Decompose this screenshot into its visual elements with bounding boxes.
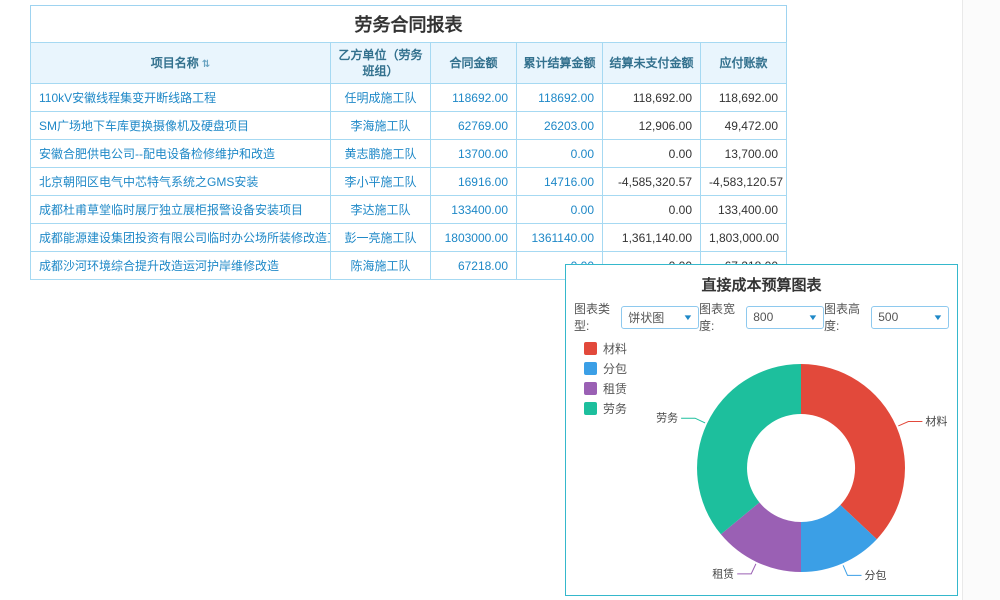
control-label: 图表高度:: [824, 300, 868, 334]
cell-contract-amount: 67218.00: [431, 252, 517, 280]
control-chart-type: 图表类型: 饼状图 ▼: [574, 300, 699, 334]
cell-party-b-unit: 黄志鹏施工队: [331, 140, 431, 168]
table-row: SM广场地下车库更换摄像机及硬盘项目李海施工队62769.0026203.001…: [31, 112, 787, 140]
donut-chart: 材料分包 租赁 劳务: [566, 340, 957, 592]
column-header-accounts-payable: 应付账款: [701, 43, 787, 84]
cell-settled-unpaid: 1,361,140.00: [603, 224, 701, 252]
cell-cumulative-settlement: 14716.00: [517, 168, 603, 196]
cell-accounts-payable: 118,692.00: [701, 84, 787, 112]
labor-contract-report: 劳务合同报表 项目名称⇅乙方单位（劳务班组）合同金额累计结算金额结算未支付金额应…: [30, 5, 787, 280]
cell-accounts-payable: 49,472.00: [701, 112, 787, 140]
slice-label-租赁: 租赁: [712, 566, 734, 580]
cell-party-b-unit: 彭一亮施工队: [331, 224, 431, 252]
chart-height-select[interactable]: 500 ▼: [871, 306, 949, 329]
cell-cumulative-settlement: 118692.00: [517, 84, 603, 112]
label-leader-line: [843, 565, 861, 575]
chart-panel: 直接成本预算图表 图表类型: 饼状图 ▼ 图表宽度: 800 ▼ 图表高度: 500 ▼ 材料分…: [565, 264, 958, 596]
project-name-link[interactable]: 安徽合肥供电公司--配电设备检修维护和改造: [31, 140, 331, 168]
project-name-link[interactable]: 成都杜甫草堂临时展厅独立展柜报警设备安装项目: [31, 196, 331, 224]
slice-label-分包: 分包: [865, 569, 887, 582]
table-body: 110kV安徽线程集变开断线路工程任明成施工队118692.00118692.0…: [31, 84, 787, 280]
select-value: 800: [753, 310, 773, 324]
column-header-project-name[interactable]: 项目名称⇅: [31, 43, 331, 84]
chart-area: 材料分包 租赁 劳务 材料分包 租赁 劳务: [566, 332, 957, 600]
project-name-link[interactable]: 110kV安徽线程集变开断线路工程: [31, 84, 331, 112]
label-leader-line: [898, 422, 922, 426]
project-name-link[interactable]: 北京朝阳区电气中芯特气系统之GMS安装: [31, 168, 331, 196]
cell-settled-unpaid: -4,585,320.57: [603, 168, 701, 196]
table-header-row: 项目名称⇅乙方单位（劳务班组）合同金额累计结算金额结算未支付金额应付账款: [31, 43, 787, 84]
cell-settled-unpaid: 0.00: [603, 140, 701, 168]
column-header-contract-amount: 合同金额: [431, 43, 517, 84]
select-value: 饼状图: [628, 309, 664, 326]
table-row: 110kV安徽线程集变开断线路工程任明成施工队118692.00118692.0…: [31, 84, 787, 112]
column-label: 合同金额: [449, 56, 497, 70]
cell-party-b-unit: 李达施工队: [331, 196, 431, 224]
column-label: 应付账款: [719, 56, 767, 70]
select-value: 500: [878, 310, 898, 324]
cell-settled-unpaid: 0.00: [603, 196, 701, 224]
report-title: 劳务合同报表: [30, 5, 787, 43]
cell-contract-amount: 62769.00: [431, 112, 517, 140]
cell-contract-amount: 16916.00: [431, 168, 517, 196]
sort-icon[interactable]: ⇅: [202, 59, 210, 70]
cell-party-b-unit: 任明成施工队: [331, 84, 431, 112]
cell-party-b-unit: 李海施工队: [331, 112, 431, 140]
cell-accounts-payable: 1,803,000.00: [701, 224, 787, 252]
cell-accounts-payable: 13,700.00: [701, 140, 787, 168]
cell-contract-amount: 118692.00: [431, 84, 517, 112]
cell-accounts-payable: 133,400.00: [701, 196, 787, 224]
cell-contract-amount: 1803000.00: [431, 224, 517, 252]
table-row: 成都能源建设集团投资有限公司临时办公场所装修改造工程EPC彭一亮施工队18030…: [31, 224, 787, 252]
column-label: 结算未支付金额: [609, 56, 693, 70]
page-gutter: [962, 0, 1000, 600]
column-label: 累计结算金额: [523, 56, 595, 70]
project-name-link[interactable]: 成都沙河环境综合提升改造运河护岸维修改造: [31, 252, 331, 280]
cell-party-b-unit: 李小平施工队: [331, 168, 431, 196]
control-label: 图表类型:: [574, 300, 618, 334]
column-label: 乙方单位（劳务班组）: [338, 48, 422, 78]
label-leader-line: [737, 564, 756, 574]
label-leader-line: [681, 418, 705, 423]
chart-width-select[interactable]: 800 ▼: [746, 306, 824, 329]
cell-contract-amount: 133400.00: [431, 196, 517, 224]
chevron-down-icon: ▼: [807, 313, 818, 322]
cell-accounts-payable: -4,583,120.57: [701, 168, 787, 196]
control-label: 图表宽度:: [699, 300, 743, 334]
chart-type-select[interactable]: 饼状图 ▼: [621, 306, 699, 329]
cell-cumulative-settlement: 26203.00: [517, 112, 603, 140]
column-label: 项目名称: [151, 56, 199, 70]
control-chart-width: 图表宽度: 800 ▼: [699, 300, 824, 334]
slice-label-劳务: 劳务: [656, 412, 678, 425]
cell-settled-unpaid: 118,692.00: [603, 84, 701, 112]
cell-cumulative-settlement: 0.00: [517, 196, 603, 224]
pie-slice-劳务[interactable]: [697, 364, 801, 534]
table-row: 安徽合肥供电公司--配电设备检修维护和改造黄志鹏施工队13700.000.000…: [31, 140, 787, 168]
cell-cumulative-settlement: 1361140.00: [517, 224, 603, 252]
project-name-link[interactable]: 成都能源建设集团投资有限公司临时办公场所装修改造工程EPC: [31, 224, 331, 252]
cell-cumulative-settlement: 0.00: [517, 140, 603, 168]
slice-label-材料: 材料: [925, 414, 947, 428]
chevron-down-icon: ▼: [932, 313, 943, 322]
table-row: 成都杜甫草堂临时展厅独立展柜报警设备安装项目李达施工队133400.000.00…: [31, 196, 787, 224]
control-chart-height: 图表高度: 500 ▼: [824, 300, 949, 334]
project-name-link[interactable]: SM广场地下车库更换摄像机及硬盘项目: [31, 112, 331, 140]
chart-panel-title: 直接成本预算图表: [566, 265, 957, 302]
chart-controls: 图表类型: 饼状图 ▼ 图表宽度: 800 ▼ 图表高度: 500 ▼: [566, 302, 957, 332]
cell-contract-amount: 13700.00: [431, 140, 517, 168]
report-table: 项目名称⇅乙方单位（劳务班组）合同金额累计结算金额结算未支付金额应付账款 110…: [30, 42, 787, 280]
column-header-party-b-unit: 乙方单位（劳务班组）: [331, 43, 431, 84]
page: 劳务合同报表 项目名称⇅乙方单位（劳务班组）合同金额累计结算金额结算未支付金额应…: [0, 0, 1000, 600]
column-header-cumulative-settlement: 累计结算金额: [517, 43, 603, 84]
chevron-down-icon: ▼: [682, 313, 693, 322]
table-row: 北京朝阳区电气中芯特气系统之GMS安装李小平施工队16916.0014716.0…: [31, 168, 787, 196]
cell-settled-unpaid: 12,906.00: [603, 112, 701, 140]
cell-party-b-unit: 陈海施工队: [331, 252, 431, 280]
column-header-settled-unpaid: 结算未支付金额: [603, 43, 701, 84]
pie-slice-材料[interactable]: [801, 364, 905, 539]
